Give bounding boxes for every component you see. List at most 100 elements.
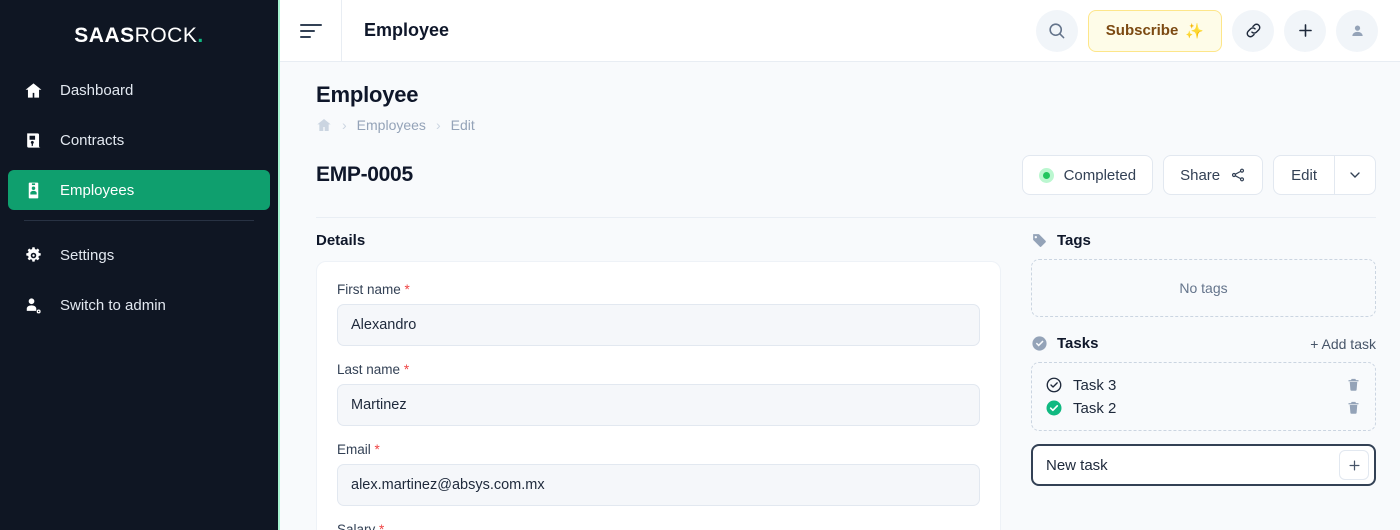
brand-bold: SAAS <box>74 24 135 47</box>
field-label: Salary * <box>337 522 980 530</box>
tags-title: Tags <box>1057 232 1091 249</box>
add-task-button[interactable] <box>1339 450 1369 480</box>
top-bar: Employee Subscribe ✨ <box>280 0 1400 62</box>
task-checkbox-checked-icon[interactable] <box>1045 399 1063 417</box>
field-label-text: Salary <box>337 522 376 530</box>
sidebar-item-label: Employees <box>60 181 135 199</box>
add-task-link[interactable]: + Add task <box>1310 336 1376 352</box>
search-icon <box>1049 23 1065 39</box>
subscribe-label: Subscribe <box>1105 22 1179 39</box>
share-icon <box>1232 168 1245 182</box>
task-item[interactable]: Task 3 <box>1045 374 1362 396</box>
share-button[interactable]: Share <box>1163 155 1264 195</box>
sidebar-item-contracts[interactable]: Contracts <box>8 120 270 160</box>
required-marker: * <box>379 522 385 530</box>
page-title: Employee <box>316 82 419 107</box>
sidebar-item-label: Contracts <box>60 131 125 149</box>
breadcrumb-item-edit: Edit <box>450 117 475 133</box>
first-name-input[interactable] <box>337 304 980 346</box>
task-name: Task 2 <box>1073 399 1117 417</box>
id-badge-icon <box>22 179 44 201</box>
sparkle-icon: ✨ <box>1185 22 1204 40</box>
task-checkbox-unchecked-icon[interactable] <box>1045 376 1063 394</box>
home-icon <box>22 79 44 101</box>
field-first-name: First name * <box>337 282 980 346</box>
edit-label: Edit <box>1291 166 1317 184</box>
email-input[interactable] <box>337 464 980 506</box>
user-avatar-icon <box>1351 25 1363 37</box>
topbar-actions: Subscribe ✨ <box>1035 9 1400 52</box>
gear-icon <box>22 244 44 266</box>
check-circle-icon <box>1032 336 1047 351</box>
breadcrumb-item-employees[interactable]: Employees <box>357 117 426 133</box>
sidebar-item-settings[interactable]: Settings <box>8 235 270 275</box>
content-divider <box>316 217 1376 218</box>
add-button[interactable] <box>1284 9 1326 52</box>
side-column: Tags No tags Tasks + Add task Task 3 Tas… <box>1031 232 1376 530</box>
subscribe-button[interactable]: Subscribe ✨ <box>1087 9 1222 52</box>
status-badge[interactable]: Completed <box>1021 155 1154 195</box>
task-name: Task 3 <box>1073 376 1117 394</box>
main-area: Employee Subscribe ✨ Employee › Employee… <box>280 0 1400 530</box>
tags-empty-label: No tags <box>1179 280 1228 296</box>
sidebar-item-employees[interactable]: Employees <box>8 170 270 210</box>
sidebar-item-switch-to-admin[interactable]: Switch to admin <box>8 285 270 325</box>
field-label: First name * <box>337 282 980 297</box>
sidebar: SAASROCK. Dashboard Contracts Employees <box>0 0 280 530</box>
sidebar-item-dashboard[interactable]: Dashboard <box>8 70 270 110</box>
link-icon <box>1246 23 1260 38</box>
plus-icon <box>1349 460 1359 470</box>
breadcrumb: › Employees › Edit <box>316 117 1376 133</box>
tag-icon <box>1033 234 1046 247</box>
account-button[interactable] <box>1336 9 1378 52</box>
sidebar-toggle-button[interactable] <box>280 0 342 62</box>
trash-icon[interactable] <box>1346 377 1362 393</box>
user-switch-icon <box>22 294 44 316</box>
last-name-input[interactable] <box>337 384 980 426</box>
content-columns: Details First name * Last name <box>316 232 1376 530</box>
page-content: Employee › Employees › Edit EMP-0005 Com… <box>280 62 1400 530</box>
home-icon[interactable] <box>316 117 332 133</box>
tasks-title: Tasks <box>1057 335 1099 352</box>
sidebar-item-label: Settings <box>60 246 115 264</box>
tasks-list: Task 3 Task 2 <box>1031 362 1376 431</box>
tags-empty-box[interactable]: No tags <box>1031 259 1376 317</box>
topbar-title: Employee <box>364 20 450 40</box>
task-item[interactable]: Task 2 <box>1045 397 1362 419</box>
field-last-name: Last name * <box>337 362 980 426</box>
brand-light: ROCK <box>134 24 198 47</box>
new-task-row <box>1031 444 1376 486</box>
sidebar-divider <box>24 220 254 221</box>
hamburger-icon <box>299 23 322 38</box>
field-label-text: First name <box>337 282 401 297</box>
plus-icon <box>1298 24 1312 37</box>
field-label-text: Last name <box>337 362 401 377</box>
edit-button[interactable]: Edit <box>1274 156 1334 194</box>
contract-icon <box>22 129 44 151</box>
tags-header: Tags <box>1031 232 1376 249</box>
sidebar-item-label: Dashboard <box>60 81 134 99</box>
edit-button-group: Edit <box>1273 155 1376 195</box>
field-label: Email * <box>337 442 980 457</box>
status-dot-icon <box>1038 167 1054 183</box>
copy-link-button[interactable] <box>1232 9 1274 52</box>
app-root: SAASROCK. Dashboard Contracts Employees <box>0 0 1400 530</box>
chevron-down-icon <box>1350 172 1360 178</box>
sidebar-item-label: Switch to admin <box>60 296 166 314</box>
breadcrumb-separator: › <box>342 117 347 133</box>
record-header: EMP-0005 Completed Share Edit <box>316 155 1376 195</box>
details-column: Details First name * Last name <box>316 232 1001 530</box>
record-id: EMP-0005 <box>316 163 413 186</box>
breadcrumb-separator: › <box>435 117 441 133</box>
search-button[interactable] <box>1035 9 1078 52</box>
required-marker: * <box>404 282 410 297</box>
trash-icon[interactable] <box>1346 400 1362 416</box>
details-section-label: Details <box>316 232 366 249</box>
required-marker: * <box>403 362 410 377</box>
required-marker: * <box>374 442 380 457</box>
edit-dropdown-button[interactable] <box>1334 156 1375 194</box>
status-label: Completed <box>1063 166 1137 184</box>
brand-logo[interactable]: SAASROCK. <box>0 18 278 70</box>
brand-dot: . <box>197 24 204 47</box>
new-task-input[interactable] <box>1046 456 1339 474</box>
